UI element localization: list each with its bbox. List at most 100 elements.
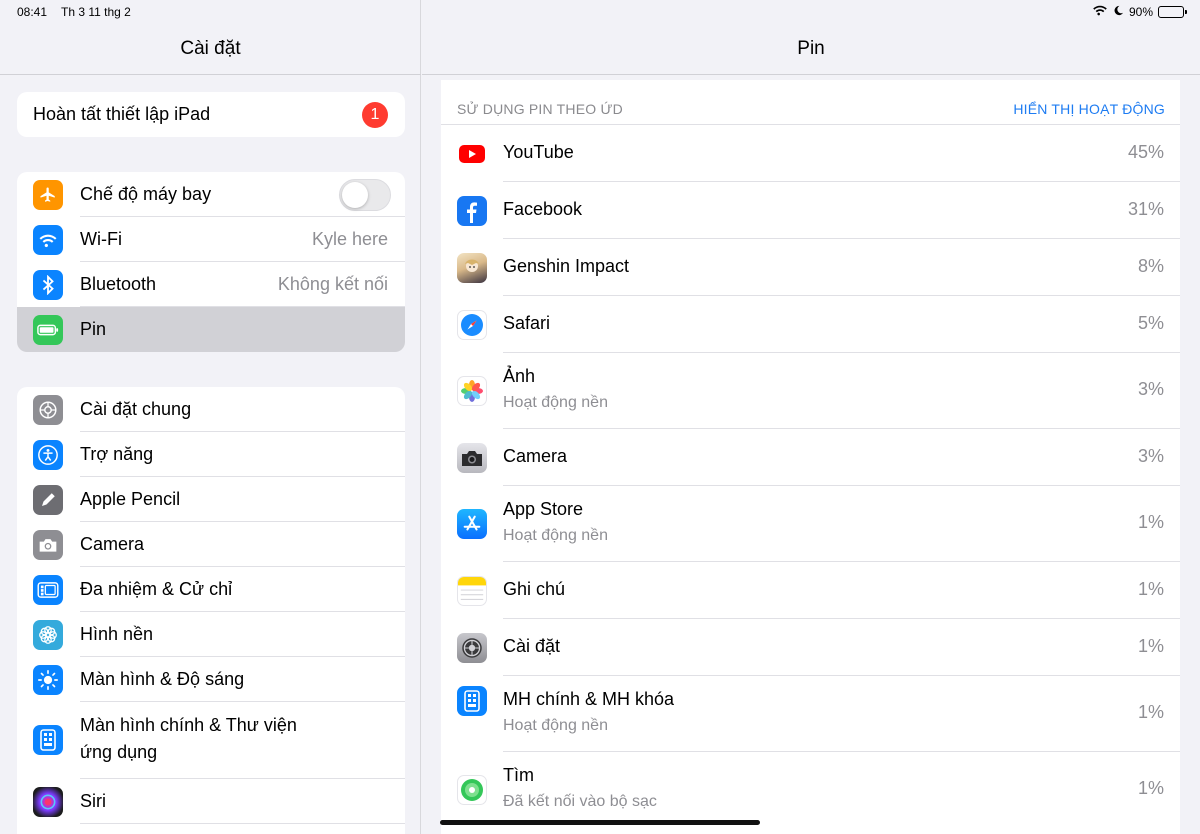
app-usage-percent: 3%: [1137, 379, 1164, 399]
app-usage-percent: 8%: [1137, 256, 1164, 276]
app-name: Cài đặt: [503, 636, 561, 656]
app-name: Ghi chú: [503, 579, 566, 599]
camera-icon: [457, 443, 487, 473]
sidebar-item-label: Apple Pencil: [80, 489, 181, 509]
app-name: App Store: [503, 499, 584, 519]
sidebar-item-label: Hình nền: [80, 624, 154, 644]
battery-percent: 90%: [1128, 4, 1153, 19]
battery-icon: [1158, 5, 1187, 18]
accessibility-icon: [33, 439, 63, 470]
sidebar-item-label: Màn hình & Độ sáng: [80, 669, 245, 689]
airplane-mode-toggle[interactable]: [339, 178, 391, 211]
show-activity-button[interactable]: HIỂN THỊ HOẠT ĐỘNG: [1013, 101, 1165, 117]
status-date: Th 3 11 thg 2: [61, 5, 131, 19]
brightness-icon: [33, 664, 63, 695]
photos-icon: [457, 376, 487, 406]
facebook-icon: [457, 196, 487, 226]
app-name: Tìm: [503, 765, 534, 785]
sidebar-item-label: Trợ năng: [80, 444, 154, 464]
app-usage-row[interactable]: Safari 5%: [441, 296, 1180, 353]
wifi-icon: [1092, 4, 1108, 19]
app-name: MH chính & MH khóa: [503, 689, 675, 709]
general-group: Cài đặt chung Trợ năng Apple Pencil Came…: [17, 387, 405, 834]
sidebar-item-battery[interactable]: Pin: [17, 307, 405, 352]
sidebar-item-label: Cài đặt chung: [80, 399, 192, 419]
finish-setup-row[interactable]: Hoàn tất thiết lập iPad 1: [17, 92, 405, 137]
sidebar-item-wallpaper[interactable]: Hình nền: [17, 612, 405, 657]
app-usage-percent: 1%: [1137, 778, 1164, 798]
sidebar-item-label: Màn hình chính & Thư viện ứng dụng: [80, 715, 297, 762]
app-name: Ảnh: [503, 366, 536, 386]
wifi-network-value: Kyle here: [311, 229, 388, 249]
app-usage-percent: 3%: [1137, 446, 1164, 466]
bluetooth-status-value: Không kết nối: [277, 274, 388, 294]
app-usage-percent: 1%: [1137, 579, 1164, 599]
sidebar-item-label: Wi-Fi: [80, 229, 122, 249]
gear-icon: [33, 394, 63, 425]
moon-icon: [1113, 5, 1124, 19]
app-usage-row[interactable]: MH chính & MH khóa Hoạt động nền 1%: [441, 676, 1180, 752]
airplane-icon: [33, 179, 63, 210]
page-title: Pin: [422, 24, 1200, 75]
multitask-icon: [33, 574, 63, 605]
wallpaper-icon: [33, 619, 63, 650]
app-usage-percent: 31%: [1127, 199, 1164, 219]
app-activity-note: Hoạt động nền: [503, 527, 608, 544]
app-usage-percent: 45%: [1127, 142, 1164, 162]
app-usage-percent: 5%: [1137, 313, 1164, 333]
setup-group: Hoàn tất thiết lập iPad 1: [17, 92, 405, 137]
sidebar-item-display-brightness[interactable]: Màn hình & Độ sáng: [17, 657, 405, 702]
sidebar-item-label: Camera: [80, 534, 145, 554]
sidebar-item-wifi[interactable]: Wi-Fi Kyle here: [17, 217, 405, 262]
battery-usage-card: SỬ DỤNG PIN THEO ỨD HIỂN THỊ HOẠT ĐỘNG Y…: [441, 80, 1180, 834]
app-name: Genshin Impact: [503, 256, 630, 276]
sidebar-item-airplane-mode[interactable]: Chế độ máy bay: [17, 172, 405, 217]
app-usage-row[interactable]: Ghi chú 1%: [441, 562, 1180, 619]
app-usage-row[interactable]: App Store Hoạt động nền 1%: [441, 486, 1180, 562]
usage-section-header: SỬ DỤNG PIN THEO ỨD HIỂN THỊ HOẠT ĐỘNG: [441, 80, 1180, 125]
camera-icon: [33, 529, 63, 560]
app-usage-row[interactable]: YouTube 45%: [441, 125, 1180, 182]
finish-setup-label: Hoàn tất thiết lập iPad: [33, 104, 211, 124]
notification-badge: 1: [362, 101, 388, 128]
homescreen-icon: [33, 725, 63, 755]
app-name: Facebook: [503, 199, 583, 219]
app-usage-row[interactable]: Ảnh Hoạt động nền 3%: [441, 353, 1180, 429]
connectivity-group: Chế độ máy bay Wi-Fi Kyle here Bluetooth…: [17, 172, 405, 352]
sidebar-item-label: Pin: [80, 319, 107, 339]
app-usage-row[interactable]: Tìm Đã kết nối vào bộ sạc 1%: [441, 752, 1180, 828]
home-indicator[interactable]: [440, 820, 760, 825]
battery-icon: [33, 314, 63, 345]
youtube-icon: [457, 139, 487, 169]
app-usage-percent: 1%: [1137, 636, 1164, 656]
app-name: Camera: [503, 446, 568, 466]
siri-icon: [33, 786, 63, 817]
sidebar-item-general[interactable]: Cài đặt chung: [17, 387, 405, 432]
pencil-icon: [33, 484, 63, 515]
app-usage-row[interactable]: Facebook 31%: [441, 182, 1180, 239]
status-bar: 08:41 Th 3 11 thg 2 90%: [0, 0, 1200, 24]
app-usage-row[interactable]: Cài đặt 1%: [441, 619, 1180, 676]
notes-icon: [457, 576, 487, 606]
sidebar-item-siri[interactable]: Siri: [17, 779, 405, 824]
appstore-icon: [457, 509, 487, 539]
sidebar-item-bluetooth[interactable]: Bluetooth Không kết nối: [17, 262, 405, 307]
findmy-icon: [457, 775, 487, 805]
bluetooth-icon: [33, 269, 63, 300]
sidebar-item-accessibility[interactable]: Trợ năng: [17, 432, 405, 477]
status-indicators: 90%: [1092, 4, 1187, 19]
app-usage-row[interactable]: Camera 3%: [441, 429, 1180, 486]
sidebar-item-camera[interactable]: Camera: [17, 522, 405, 567]
sidebar-item-label: Chế độ máy bay: [80, 184, 212, 204]
sidebar-item-multitasking[interactable]: Đa nhiệm & Cử chỉ: [17, 567, 405, 612]
sidebar-item-apple-pencil[interactable]: Apple Pencil: [17, 477, 405, 522]
app-activity-note: Đã kết nối vào bộ sạc: [503, 793, 657, 810]
sidebar-item-home-screen[interactable]: Màn hình chính & Thư viện ứng dụng: [17, 702, 405, 779]
usage-section-title: SỬ DỤNG PIN THEO ỨD: [457, 101, 623, 117]
settings-sidebar: Cài đặt Hoàn tất thiết lập iPad 1 Chế độ…: [0, 0, 421, 834]
safari-icon: [457, 310, 487, 340]
genshin-icon: [457, 253, 487, 283]
app-usage-row[interactable]: Genshin Impact 8%: [441, 239, 1180, 296]
battery-detail-pane: Pin SỬ DỤNG PIN THEO ỨD HIỂN THỊ HOẠT ĐỘ…: [422, 0, 1200, 834]
sidebar-item-label: Đa nhiệm & Cử chỉ: [80, 579, 233, 599]
